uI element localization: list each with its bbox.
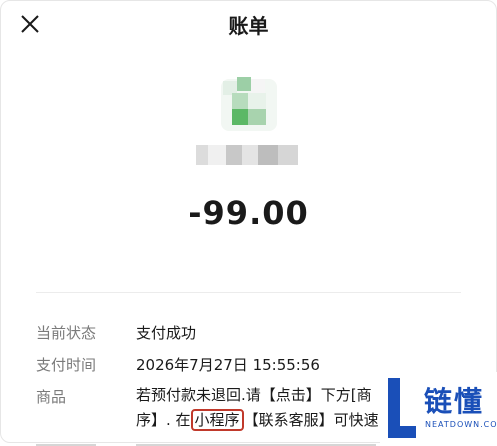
status-value: 支付成功 <box>136 324 197 342</box>
product-text-a: 序】. 在 <box>136 411 191 429</box>
merchant-name-blurred <box>196 145 298 165</box>
product-description: 若预付款未退回.请【点击】下方[商 序】. 在小程序 【联系客服】可快速 <box>136 383 386 433</box>
time-label: 支付时间 <box>36 356 97 374</box>
payment-amount: -99.00 <box>188 194 309 232</box>
divider <box>36 292 461 293</box>
watermark-logo-icon <box>388 378 416 438</box>
detail-row-status: 当前状态 支付成功 <box>36 322 196 346</box>
watermark-name: 链懂 <box>424 385 485 418</box>
site-watermark: 链懂 NEATDOWN.COM <box>380 372 497 443</box>
merchant-logo-icon <box>221 77 277 131</box>
product-text-b: 【联系客服】可快速 <box>243 411 379 429</box>
product-line-2: 序】. 在小程序 【联系客服】可快速 <box>136 408 386 433</box>
watermark-domain: NEATDOWN.COM <box>425 420 497 429</box>
product-line-1: 若预付款未退回.请【点击】下方[商 <box>136 386 372 404</box>
page-title: 账单 <box>228 14 269 38</box>
status-label: 当前状态 <box>36 324 97 342</box>
product-label: 商品 <box>36 388 67 406</box>
miniprogram-highlight: 小程序 <box>190 409 244 431</box>
header: 账单 <box>0 0 497 48</box>
detail-row-time: 支付时间 2026年7月27日 15:55:56 <box>36 354 320 378</box>
detail-row-product: 商品 <box>36 386 136 410</box>
next-row-cutoff <box>36 434 386 446</box>
time-value: 2026年7月27日 15:55:56 <box>136 356 320 374</box>
